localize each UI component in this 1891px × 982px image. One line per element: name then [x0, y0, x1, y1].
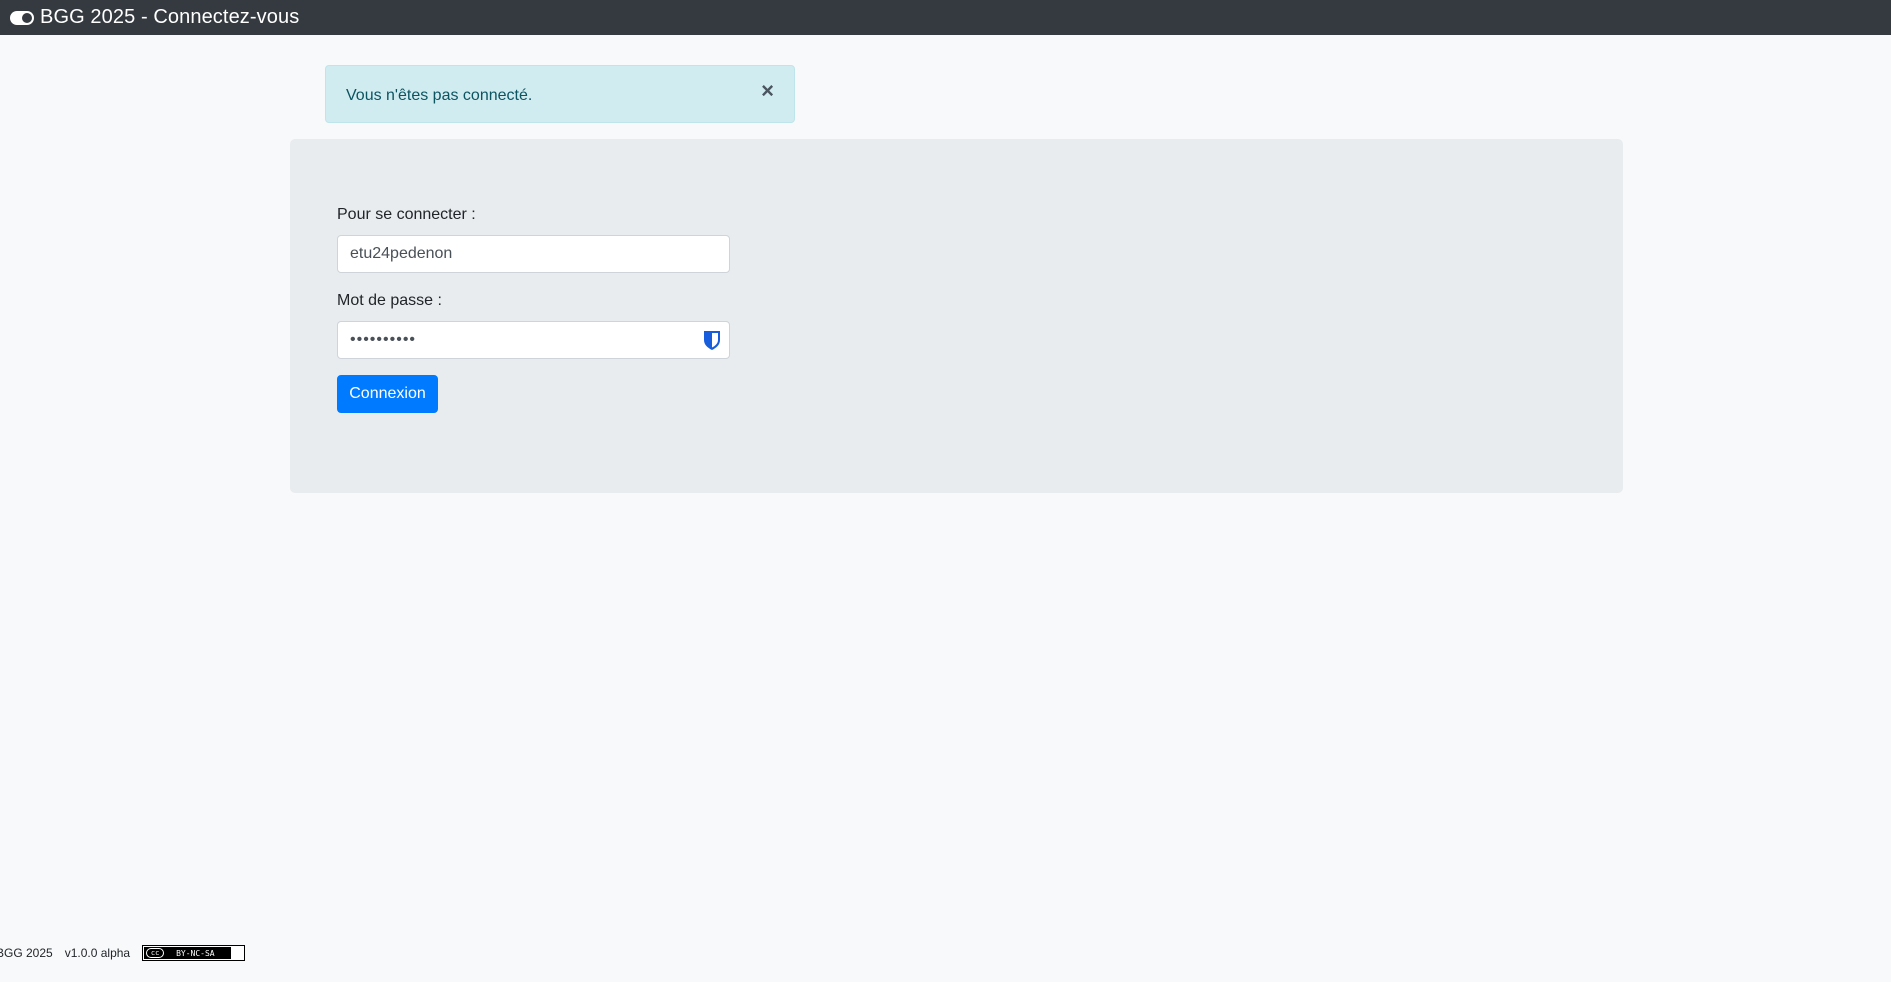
footer: BGG 2025 v1.0.0 alpha cc BY-NC-SA: [0, 945, 257, 961]
footer-version: v1.0.0 alpha: [64, 946, 131, 960]
license-badge[interactable]: cc BY-NC-SA: [142, 945, 245, 961]
footer-app-name: BGG 2025: [0, 946, 53, 960]
toggle-on-icon[interactable]: [10, 10, 34, 25]
login-input[interactable]: [337, 235, 730, 273]
bitwarden-shield-icon[interactable]: [701, 329, 723, 351]
alert-message: Vous n'êtes pas connecté.: [346, 87, 533, 104]
not-connected-alert: Vous n'êtes pas connecté. ×: [325, 65, 795, 123]
license-badge-inner: cc BY-NC-SA: [144, 947, 231, 959]
top-navbar: BGG 2025 - Connectez-vous: [0, 0, 1891, 35]
cc-icon: cc: [146, 948, 165, 958]
connexion-button[interactable]: Connexion: [337, 375, 438, 413]
password-label: Mot de passe :: [337, 292, 442, 309]
password-input[interactable]: [337, 321, 730, 359]
login-label: Pour se connecter :: [337, 206, 476, 223]
login-panel: Pour se connecter : Mot de passe : Conne…: [290, 139, 1623, 493]
license-label: BY-NC-SA: [176, 948, 215, 958]
page-title: BGG 2025 - Connectez-vous: [40, 6, 300, 28]
close-icon[interactable]: ×: [761, 80, 774, 102]
